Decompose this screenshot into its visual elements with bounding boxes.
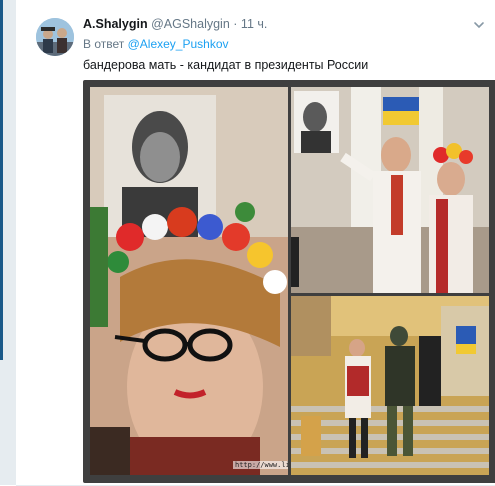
left-rail bbox=[0, 0, 16, 485]
photo-woman-wreath[interactable]: http://www.li bbox=[90, 87, 288, 475]
photo-march-stairs-image bbox=[291, 296, 489, 475]
avatar-image bbox=[36, 18, 74, 56]
media-grid[interactable]: http://www.li bbox=[83, 80, 495, 483]
reply-to-link[interactable]: @Alexey_Pushkov bbox=[128, 37, 229, 51]
photo-woman-wreath-image bbox=[90, 87, 288, 475]
reply-context: В ответ @Alexey_Pushkov bbox=[83, 37, 229, 51]
thread-rail bbox=[0, 0, 3, 360]
photo-embroidered-shirts[interactable] bbox=[291, 87, 489, 293]
author-name[interactable]: A.Shalygin bbox=[83, 17, 148, 31]
photo-embroidered-shirts-image bbox=[291, 87, 489, 293]
photo-march-stairs[interactable] bbox=[291, 296, 489, 475]
avatar[interactable] bbox=[36, 18, 74, 56]
photo-watermark: http://www.li bbox=[233, 461, 288, 469]
tweet[interactable]: A.Shalygin @AGShalygin · 11 ч. В ответ @… bbox=[16, 0, 495, 486]
chevron-down-icon[interactable] bbox=[472, 18, 486, 32]
tweet-text: бандерова мать - кандидат в президенты Р… bbox=[83, 58, 369, 72]
separator-dot: · bbox=[233, 17, 238, 31]
tweet-header: A.Shalygin @AGShalygin · 11 ч. bbox=[83, 17, 267, 31]
reply-prefix: В ответ bbox=[83, 37, 125, 51]
timestamp[interactable]: 11 ч. bbox=[241, 17, 267, 31]
author-handle[interactable]: @AGShalygin bbox=[151, 17, 230, 31]
